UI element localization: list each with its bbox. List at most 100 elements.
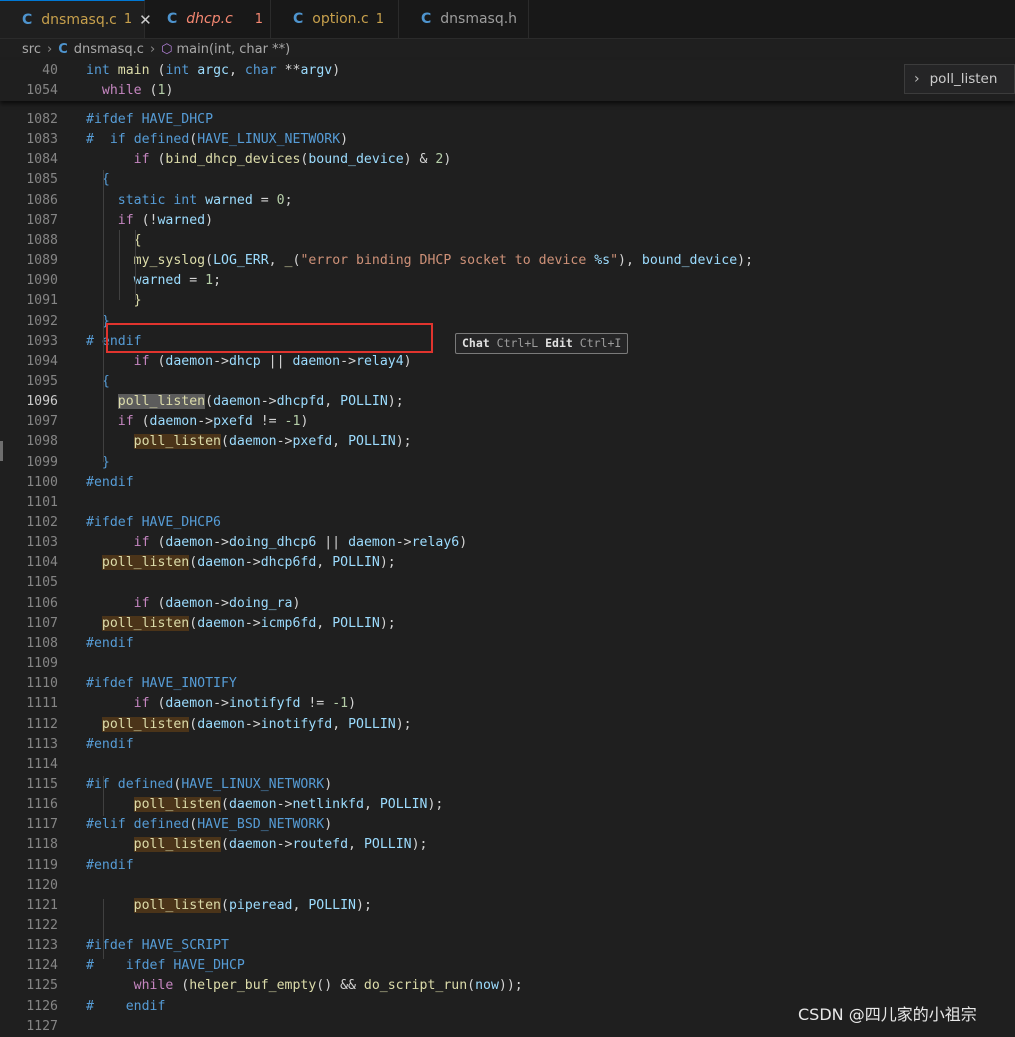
tab-dnsmasq-c[interactable]: Cdnsmasq.c 1 ✕: [0, 0, 152, 38]
code-token: (: [149, 696, 166, 712]
code-line[interactable]: 1109: [0, 654, 1015, 674]
tab-option-c[interactable]: Coption.c 1: [271, 0, 399, 38]
code-line[interactable]: 1095 {: [0, 372, 1015, 392]
code-token: #: [86, 998, 94, 1014]
code-line[interactable]: 1119 #endif: [0, 856, 1015, 876]
code-token: ->: [244, 555, 261, 571]
code-token: pxefd: [213, 414, 253, 430]
code-line[interactable]: 1121 poll_listen(piperead, POLLIN);: [0, 896, 1015, 916]
line-number: 1117: [26, 817, 58, 833]
code-token: while: [133, 978, 174, 994]
line-number: 1112: [26, 716, 58, 732]
tab-dnsmasq-h[interactable]: Cdnsmasq.h: [399, 0, 529, 38]
code-token: ->: [244, 716, 261, 732]
tab-dhcp-c[interactable]: Cdhcp.c 1: [145, 0, 271, 38]
code-token: poll_listen: [133, 897, 221, 913]
code-token: (: [149, 535, 166, 551]
code-line[interactable]: 1102 #ifdef HAVE_DHCP6: [0, 513, 1015, 533]
code-line[interactable]: 1114: [0, 755, 1015, 775]
code-token: %s: [594, 253, 611, 269]
code-line[interactable]: 1101: [0, 493, 1015, 513]
chat-label[interactable]: Chat: [462, 336, 490, 350]
code-token: HAVE_DHCP: [173, 958, 245, 974]
problem-count-badge: 1: [375, 11, 384, 27]
sticky-scroll-header[interactable]: 40 int main (int argc, char **argv) 1054 w…: [0, 60, 1015, 101]
code-line[interactable]: 1100 #endif: [0, 473, 1015, 493]
code-token: pxefd: [292, 434, 333, 450]
breadcrumb-symbol[interactable]: main(int, char **): [177, 42, 291, 57]
line-text: }: [86, 453, 110, 473]
sticky-line[interactable]: 1054 while (1): [0, 81, 1015, 101]
inline-chat-hint[interactable]: Chat Ctrl+L Edit Ctrl+I: [455, 333, 629, 354]
code-token: while: [101, 83, 142, 98]
code-line[interactable]: 1089 my_syslog(LOG_ERR, _("error binding…: [0, 251, 1015, 271]
code-token: ): [205, 212, 214, 228]
code-line[interactable]: 1110 #ifdef HAVE_INOTIFY: [0, 674, 1015, 694]
code-line[interactable]: 1085 {: [0, 170, 1015, 190]
code-line[interactable]: 1105: [0, 573, 1015, 593]
code-token: if: [133, 595, 150, 611]
code-line[interactable]: 1082 #ifdef HAVE_DHCP: [0, 110, 1015, 130]
indent-guide: [103, 899, 104, 959]
code-line[interactable]: 1115 #if defined(HAVE_LINUX_NETWORK): [0, 775, 1015, 795]
code-token: (: [220, 797, 229, 813]
code-token: POLLIN: [332, 555, 380, 571]
code-line[interactable]: 1120: [0, 876, 1015, 896]
code-token: (: [189, 555, 198, 571]
code-line[interactable]: 1125 while (helper_buf_empty() && do_scr…: [0, 976, 1015, 996]
code-token: warned: [157, 212, 206, 228]
code-line[interactable]: 1122: [0, 916, 1015, 936]
code-line[interactable]: 1112 poll_listen(daemon->inotifyfd, POLL…: [0, 715, 1015, 735]
code-line[interactable]: 1118 poll_listen(daemon->routefd, POLLIN…: [0, 835, 1015, 855]
code-line[interactable]: 1088 {: [0, 231, 1015, 251]
code-line[interactable]: 1103 if (daemon->doing_dhcp6 || daemon->…: [0, 533, 1015, 553]
code-line[interactable]: 1104 poll_listen(daemon->dhcp6fd, POLLIN…: [0, 553, 1015, 573]
code-token: my_syslog: [133, 253, 206, 269]
line-text: my_syslog(LOG_ERR, _("error binding DHCP…: [86, 251, 753, 271]
code-line[interactable]: 1123 #ifdef HAVE_SCRIPT: [0, 936, 1015, 956]
code-line[interactable]: 1087 if (!warned): [0, 211, 1015, 231]
code-token: ;: [284, 192, 293, 208]
code-token: );: [395, 716, 412, 732]
code-line[interactable]: 1096 poll_listen(daemon->dhcpfd, POLLIN)…: [0, 392, 1015, 412]
code-line[interactable]: 1097 if (daemon->pxefd != -1): [0, 412, 1015, 432]
code-line[interactable]: 1124 # ifdef HAVE_DHCP: [0, 956, 1015, 976]
code-line[interactable]: 1084 if (bind_dhcp_devices(bound_device)…: [0, 150, 1015, 170]
line-text: #endif: [86, 735, 134, 755]
breadcrumb-file[interactable]: dnsmasq.c: [74, 42, 144, 57]
code-line[interactable]: 1098 poll_listen(daemon->pxefd, POLLIN);: [0, 432, 1015, 452]
code-token: ->: [395, 535, 412, 551]
chevron-right-icon[interactable]: ›: [914, 71, 920, 87]
code-token: ->: [213, 535, 229, 551]
edit-label[interactable]: Edit: [545, 336, 573, 350]
code-line[interactable]: 1086 static int warned = 0;: [0, 191, 1015, 211]
code-line[interactable]: 1094 if (daemon->dhcp || daemon->relay4): [0, 352, 1015, 372]
code-line[interactable]: 1108 #endif: [0, 634, 1015, 654]
code-line[interactable]: 1117 #elif defined(HAVE_BSD_NETWORK): [0, 815, 1015, 835]
breadcrumb-folder[interactable]: src: [22, 42, 41, 57]
code-token: bound_device: [641, 253, 738, 269]
code-editor[interactable]: 40 int main (int argc, char **argv) 1054 w…: [0, 60, 1015, 1034]
code-line[interactable]: 1107 poll_listen(daemon->icmp6fd, POLLIN…: [0, 614, 1015, 634]
code-token: #endif: [86, 474, 134, 490]
sticky-line[interactable]: 40 int main (int argc, char **argv): [0, 61, 1015, 81]
line-number: 1094: [26, 353, 58, 369]
code-line[interactable]: 1091 }: [0, 291, 1015, 311]
line-text: if (!warned): [86, 211, 213, 231]
chat-shortcut: Ctrl+L: [496, 336, 539, 350]
line-number: 1113: [26, 736, 58, 752]
find-widget-collapsed[interactable]: › poll_listen: [904, 64, 1015, 94]
code-token: if: [133, 535, 150, 551]
code-line[interactable]: 1106 if (daemon->doing_ra): [0, 594, 1015, 614]
code-line[interactable]: 1113 #endif: [0, 735, 1015, 755]
code-line[interactable]: 1111 if (daemon->inotifyfd != -1): [0, 694, 1015, 714]
code-line[interactable]: 1099 }: [0, 453, 1015, 473]
code-line[interactable]: 1083 # if defined(HAVE_LINUX_NETWORK): [0, 130, 1015, 150]
code-line[interactable]: 1116 poll_listen(daemon->netlinkfd, POLL…: [0, 795, 1015, 815]
code-line[interactable]: 1090 warned = 1;: [0, 271, 1015, 291]
